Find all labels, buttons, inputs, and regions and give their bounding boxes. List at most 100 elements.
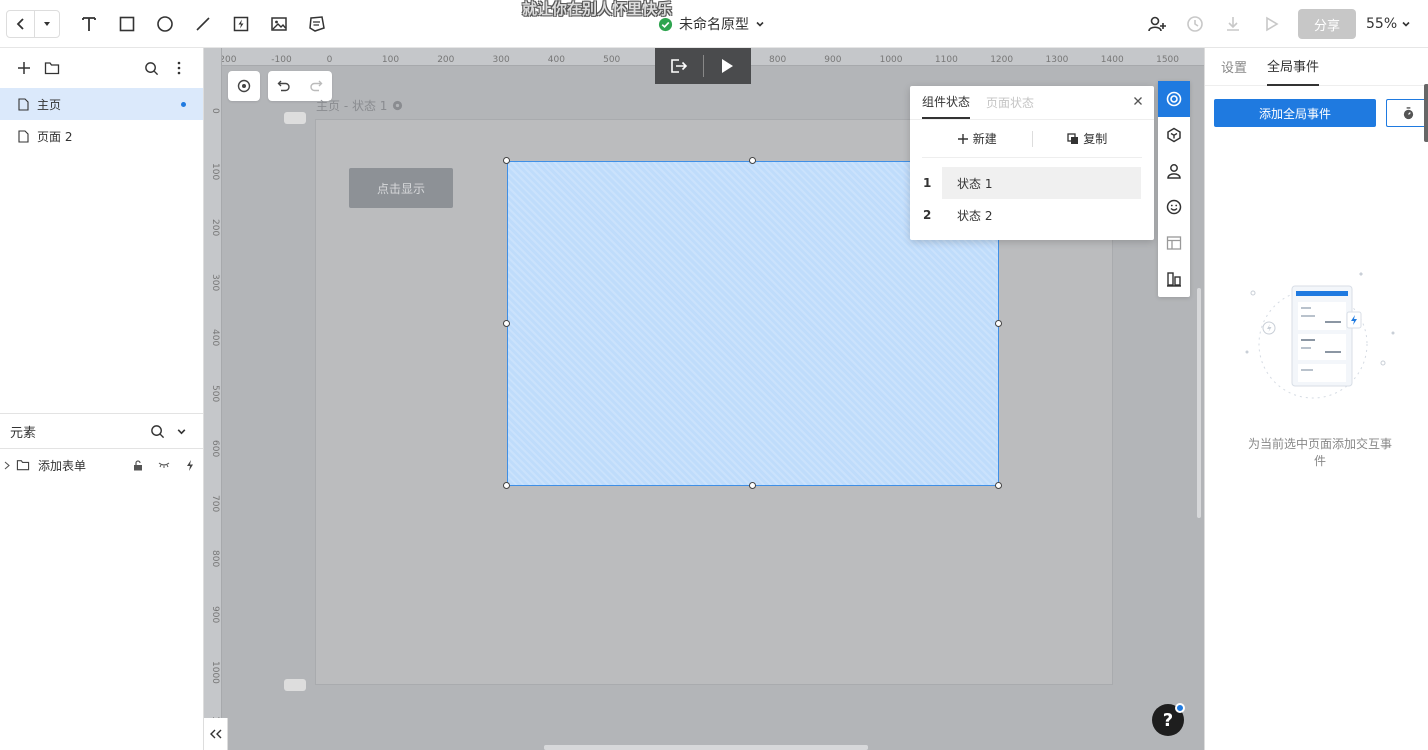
image-tool[interactable] — [260, 9, 298, 39]
pages-more-button[interactable] — [165, 54, 193, 82]
template-panel-button[interactable] — [1158, 225, 1190, 261]
resize-handle-nw[interactable] — [503, 157, 510, 164]
collapse-sidebar-button[interactable] — [204, 718, 228, 750]
text-tool[interactable] — [70, 9, 108, 39]
add-global-event-button[interactable]: 添加全局事件 — [1214, 99, 1376, 127]
search-icon — [144, 61, 158, 75]
line-icon — [196, 17, 210, 31]
preview-button[interactable] — [1252, 9, 1290, 39]
resize-handle-se[interactable] — [995, 482, 1002, 489]
component-tool[interactable] — [298, 9, 336, 39]
caret-down-icon — [44, 22, 50, 26]
invite-button[interactable] — [1138, 9, 1176, 39]
side-icon-strip — [1158, 81, 1190, 297]
layout-icon — [1166, 236, 1182, 250]
state-row-1[interactable]: 1 状态 1 — [910, 167, 1154, 199]
play-icon — [722, 59, 734, 73]
zoom-select[interactable]: 55% — [1366, 16, 1428, 32]
timer-button[interactable] — [1386, 99, 1428, 127]
tab-component-states[interactable]: 组件状态 — [922, 85, 971, 119]
ruler-tick-label: 400 — [210, 329, 220, 347]
download-button[interactable] — [1214, 9, 1252, 39]
copy-state-label: 复制 — [1083, 132, 1108, 146]
new-state-button[interactable]: 新建 — [922, 130, 1032, 147]
exit-icon — [670, 59, 687, 73]
add-page-button[interactable] — [10, 54, 38, 82]
user-panel-button[interactable] — [1158, 153, 1190, 189]
top-toolbar: 就让你在别人怀里快乐 未命名原型 分享 55% — [0, 0, 1428, 48]
history-button[interactable] — [1176, 9, 1214, 39]
lightning-box-icon — [233, 16, 249, 32]
resize-handle-n[interactable] — [749, 157, 756, 164]
element-row-form[interactable]: 添加表单 — [0, 449, 203, 481]
state-row-2[interactable]: 2 状态 2 — [910, 199, 1154, 231]
ruler-tick-label: 500 — [210, 384, 220, 402]
undo-icon — [277, 80, 290, 92]
tab-page-states[interactable]: 页面状态 — [986, 85, 1034, 119]
ruler-tick-label: 900 — [824, 55, 842, 65]
panel-scrollbar[interactable] — [1424, 84, 1428, 142]
resize-handle-sw[interactable] — [503, 482, 510, 489]
ruler-tick-label: 100 — [210, 163, 220, 181]
artboard-top-marker[interactable] — [284, 112, 306, 124]
show-on-click-button[interactable]: 点击显示 — [349, 168, 453, 208]
ruler-tick-label: 500 — [603, 55, 621, 65]
exit-button[interactable] — [655, 48, 703, 84]
ellipse-tool[interactable] — [146, 9, 184, 39]
ruler-tick-label: 900 — [210, 605, 220, 623]
canvas-area[interactable]: -200-10001002003004005006007008009001000… — [204, 48, 1204, 750]
ruler-tick-label: 1000 — [879, 55, 903, 65]
page-item-2[interactable]: 页面 2 — [0, 120, 203, 152]
search-elements-button[interactable] — [145, 424, 169, 439]
interaction-panel-button[interactable] — [1158, 81, 1190, 117]
elements-collapse-button[interactable] — [169, 426, 193, 437]
undo-button[interactable] — [268, 79, 300, 93]
current-page-dot — [181, 102, 186, 107]
back-button[interactable] — [7, 11, 35, 37]
tab-global-events[interactable]: 全局事件 — [1267, 48, 1320, 86]
interaction-indicator[interactable] — [177, 459, 203, 471]
ruler-tick-label: 800 — [769, 55, 787, 65]
ruler-tick-label: 0 — [210, 108, 220, 114]
add-folder-button[interactable] — [38, 54, 66, 82]
rectangle-tool[interactable] — [108, 9, 146, 39]
target-icon — [1166, 91, 1182, 107]
redo-button[interactable] — [300, 79, 332, 93]
line-tool[interactable] — [184, 9, 222, 39]
artboard-label[interactable]: 主页 - 状态 1 — [316, 97, 403, 114]
resize-handle-w[interactable] — [503, 320, 510, 327]
element-label: 添加表单 — [38, 458, 87, 473]
page-item-home[interactable]: 主页 — [0, 88, 203, 120]
visibility-toggle[interactable] — [151, 461, 177, 469]
lock-toggle[interactable] — [125, 459, 151, 471]
project-title-menu[interactable]: 未命名原型 — [658, 14, 765, 34]
ruler-tick-label: 600 — [210, 439, 220, 457]
copy-state-button[interactable]: 复制 — [1033, 130, 1143, 147]
components-panel-button[interactable] — [1158, 117, 1190, 153]
chart-panel-button[interactable] — [1158, 261, 1190, 297]
target-icon — [237, 79, 251, 93]
resize-handle-e[interactable] — [995, 320, 1002, 327]
history-icon — [1187, 16, 1203, 32]
ruler-tick-label: 300 — [492, 55, 510, 65]
artboard-bottom-marker[interactable] — [284, 679, 306, 691]
horizontal-scrollbar[interactable] — [544, 745, 868, 750]
folder-icon — [16, 460, 30, 471]
pages-header — [0, 48, 203, 88]
back-menu-button[interactable] — [35, 11, 59, 37]
emoji-panel-button[interactable] — [1158, 189, 1190, 225]
download-icon — [1227, 17, 1239, 31]
play-button[interactable] — [704, 48, 752, 84]
search-pages-button[interactable] — [137, 54, 165, 82]
close-icon[interactable] — [1132, 95, 1144, 107]
resize-handle-s[interactable] — [749, 482, 756, 489]
ruler-tick-label: 0 — [326, 55, 333, 65]
zoom-value: 55% — [1366, 16, 1398, 32]
focus-button[interactable] — [228, 71, 260, 101]
page-label: 页面 2 — [37, 129, 73, 144]
empty-state-text: 为当前选中页面添加交互事件 — [1247, 437, 1392, 468]
vertical-scrollbar[interactable] — [1197, 288, 1201, 518]
share-button[interactable]: 分享 — [1298, 9, 1356, 39]
hotspot-tool[interactable] — [222, 9, 260, 39]
tab-settings[interactable]: 设置 — [1221, 48, 1247, 86]
